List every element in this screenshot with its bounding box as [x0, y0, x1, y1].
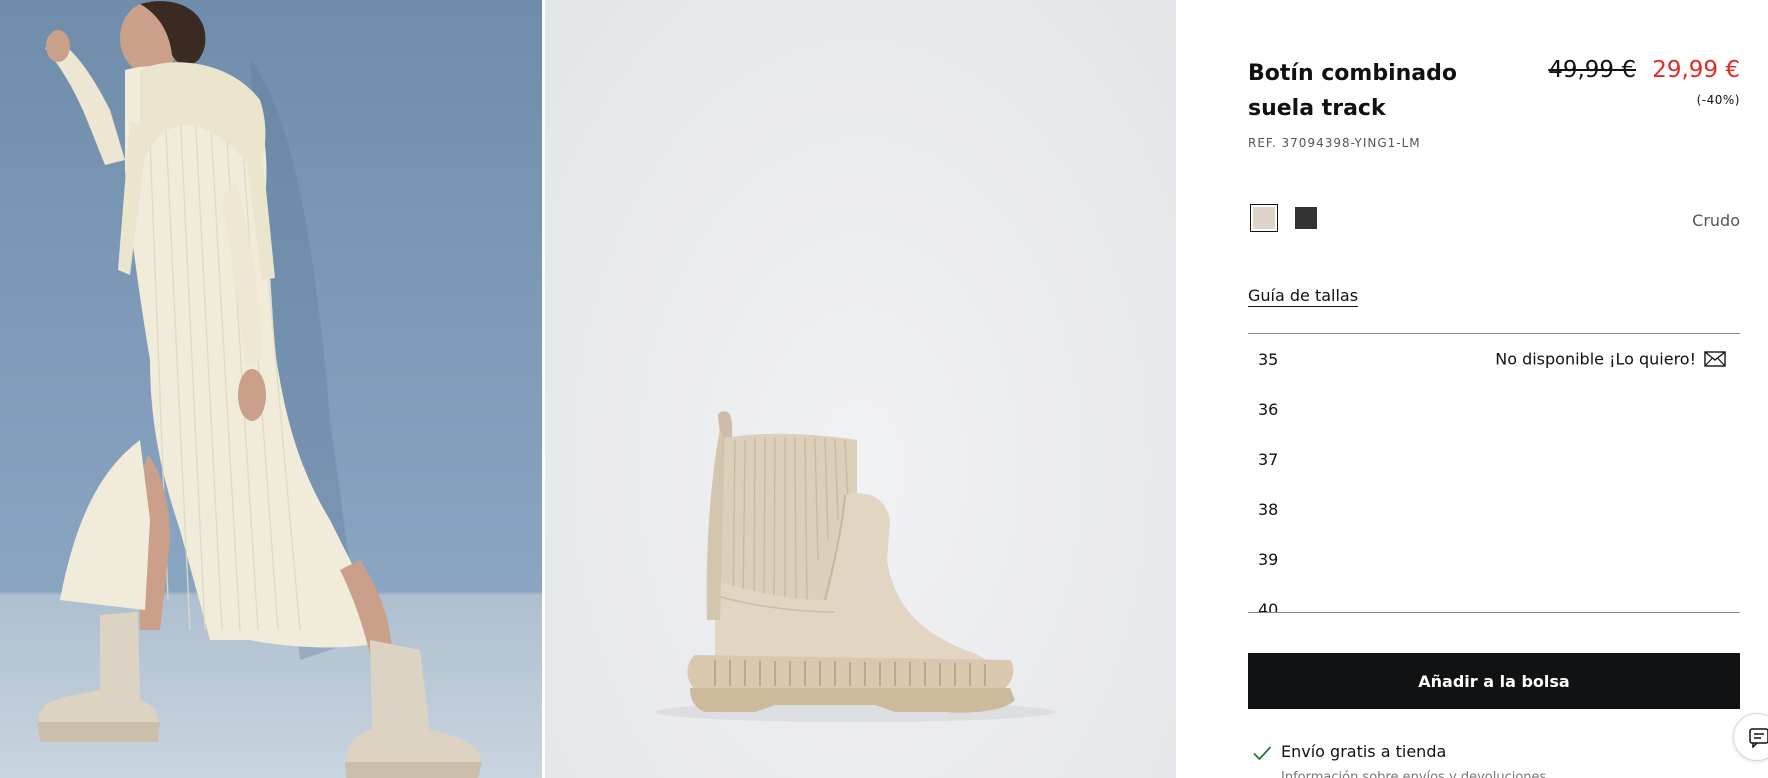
size-option-40[interactable]: 40 [1248, 584, 1740, 613]
price-sale: 29,99 € [1652, 57, 1740, 83]
check-icon [1253, 746, 1272, 761]
swatch-fill [1295, 207, 1317, 229]
size-label: 38 [1258, 499, 1279, 519]
model-illustration [38, 1, 482, 778]
size-guide-link[interactable]: Guía de tallas [1248, 286, 1358, 305]
size-list[interactable]: 35 No disponible ¡Lo quiero! 36 37 38 39… [1248, 333, 1740, 613]
size-label: 36 [1258, 399, 1279, 419]
size-option-35[interactable]: 35 No disponible ¡Lo quiero! [1248, 334, 1740, 384]
size-label: 37 [1258, 449, 1279, 469]
free-shipping-label: Envío gratis a tienda [1281, 742, 1447, 761]
size-label: 39 [1258, 549, 1279, 569]
shipping-info-link[interactable]: Información sobre envíos y devoluciones [1281, 770, 1546, 778]
product-title: Botín combinado suela track [1248, 61, 1457, 121]
size-option-38[interactable]: 38 [1248, 484, 1740, 534]
boot-illustration [655, 411, 1055, 722]
color-swatch-crudo[interactable] [1250, 204, 1278, 232]
swatch-fill [1253, 207, 1275, 229]
add-to-bag-button[interactable]: Añadir a la bolsa [1248, 653, 1740, 709]
product-reference: REF. 37094398-YING1-LM [1248, 136, 1421, 150]
size-label: 35 [1258, 349, 1279, 369]
mail-icon[interactable] [1704, 351, 1726, 367]
product-image-model[interactable] [0, 0, 542, 778]
size-unavailable-notify[interactable]: No disponible ¡Lo quiero! [1495, 350, 1696, 369]
selected-color-name: Crudo [1692, 211, 1740, 230]
size-option-37[interactable]: 37 [1248, 434, 1740, 484]
size-label: 40 [1258, 599, 1279, 613]
price-original: 49,99 € [1548, 57, 1636, 83]
product-image-boot[interactable] [545, 0, 1176, 778]
color-swatch-dark[interactable] [1292, 204, 1320, 232]
product-info-panel: Botín combinado suela track 49,99 € 29,9… [1248, 0, 1740, 778]
discount-badge: (-40%) [1696, 93, 1740, 107]
chat-icon [1749, 728, 1768, 748]
size-option-36[interactable]: 36 [1248, 384, 1740, 434]
size-option-39[interactable]: 39 [1248, 534, 1740, 584]
